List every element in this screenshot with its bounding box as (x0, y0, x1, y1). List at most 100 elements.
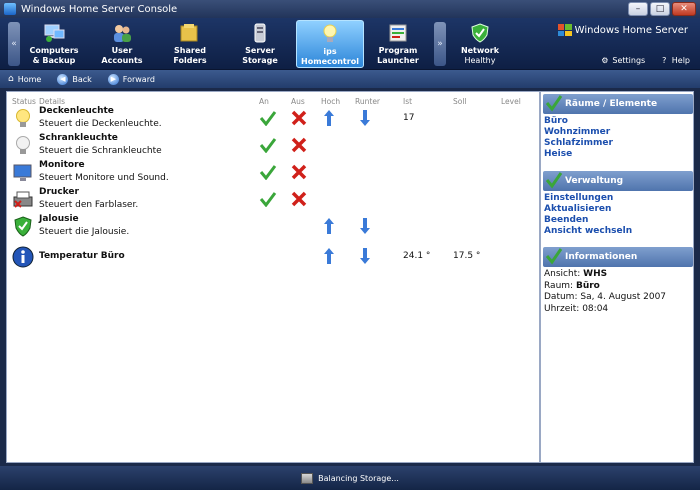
lightbulb-icon (318, 23, 342, 45)
turn-on-button[interactable] (258, 163, 278, 183)
move-up-button[interactable] (319, 247, 339, 267)
move-down-button[interactable] (355, 109, 375, 129)
move-up-button[interactable] (319, 217, 339, 237)
device-description: Steuert die Deckenleuchte. (39, 119, 162, 129)
arrow-up-icon (323, 109, 335, 130)
room-link-wohnzimmer[interactable]: Wohnzimmer (543, 127, 693, 138)
title-bar: Windows Home Server Console – □ ✕ (0, 0, 700, 18)
status-bar: Balancing Storage... (0, 466, 700, 490)
arrow-up-icon (323, 217, 335, 238)
device-name: Temperatur Büro (39, 251, 125, 261)
arrow-up-icon (323, 247, 335, 268)
tab-server-storage[interactable]: Server Storage (226, 20, 294, 68)
task-panel: Räume / Elemente Büro Wohnzimmer Schlafz… (540, 91, 694, 463)
turn-off-button[interactable] (289, 163, 309, 183)
console-tab-bar: « Computers & Backup User Accounts Share… (0, 18, 700, 70)
maximize-button[interactable]: □ (650, 2, 670, 16)
tab-shared-folders[interactable]: Shared Folders (156, 20, 224, 68)
tab-shared-line2: Folders (173, 56, 207, 65)
header-aus: Aus (291, 97, 305, 106)
gear-icon: ⚙ (601, 56, 609, 65)
minimize-button[interactable]: – (628, 2, 648, 16)
tab-user-accounts[interactable]: User Accounts (88, 20, 156, 68)
forward-button[interactable]: ▶ Forward (107, 73, 155, 85)
device-table: Status Details An Aus Hoch Runter Ist So… (6, 91, 540, 463)
tab-ips-line2: Homecontrol (301, 57, 359, 66)
arrow-down-icon (359, 109, 371, 130)
settings-action-link[interactable]: Einstellungen (543, 193, 693, 204)
header-soll: Soll (453, 97, 467, 106)
turn-on-button[interactable] (258, 109, 278, 129)
tabs-scroll-left-button[interactable]: « (8, 22, 20, 66)
info-date: Datum: Sa, 4. August 2007 (544, 292, 667, 302)
header-hoch: Hoch (321, 97, 341, 106)
server-storage-icon (248, 22, 272, 44)
close-button[interactable]: ✕ (672, 2, 696, 16)
tab-network-status[interactable]: Network Healthy (446, 20, 514, 68)
settings-label: Settings (612, 56, 646, 65)
info-room: Raum: Büro (544, 280, 600, 291)
tab-computers-line2: & Backup (32, 56, 76, 65)
turn-off-button[interactable] (289, 136, 309, 156)
network-shield-icon (468, 22, 492, 44)
tab-network-line1: Network (460, 46, 500, 55)
turn-on-button[interactable] (258, 190, 278, 210)
back-arrow-icon: ◀ (57, 73, 69, 85)
info-icon (12, 246, 34, 268)
tab-ips-homecontrol[interactable]: ips Homecontrol (296, 20, 364, 68)
tab-users-line1: User (111, 46, 133, 55)
user-accounts-icon (110, 22, 134, 44)
table-row: Temperatur Büro 24.1 ° 17.5 ° (7, 244, 539, 270)
app-icon (4, 3, 16, 15)
status-text: Balancing Storage... (318, 473, 399, 483)
refresh-action-link[interactable]: Aktualisieren (543, 204, 693, 215)
back-button[interactable]: ◀ Back (57, 73, 92, 85)
navigation-toolbar: ⌂ Home ◀ Back ▶ Forward (0, 70, 700, 88)
rooms-header[interactable]: Räume / Elemente (543, 94, 693, 114)
admin-title: Verwaltung (565, 176, 624, 186)
home-button[interactable]: ⌂ Home (8, 74, 41, 84)
room-link-heise[interactable]: Heise (543, 149, 693, 160)
turn-off-button[interactable] (289, 190, 309, 210)
move-down-button[interactable] (355, 217, 375, 237)
brand-text: Windows Home Server (574, 24, 688, 36)
switch-view-action-link[interactable]: Ansicht wechseln (543, 226, 693, 237)
storage-status-icon (301, 472, 314, 484)
turn-on-button[interactable] (258, 136, 278, 156)
admin-header[interactable]: Verwaltung (543, 171, 693, 191)
settings-link[interactable]: ⚙ Settings (600, 56, 645, 65)
checkmark-icon (545, 95, 563, 112)
tabs-scroll-right-button[interactable]: » (434, 22, 446, 66)
table-row: Monitore Steuert Monitore und Sound. (7, 160, 539, 186)
exit-action-link[interactable]: Beenden (543, 215, 693, 226)
header-details: Details (39, 97, 66, 106)
bulb-on-icon (12, 108, 34, 130)
room-link-buero[interactable]: Büro (543, 116, 693, 127)
checkmark-icon (545, 248, 563, 265)
forward-arrow-icon: ▶ (107, 73, 119, 85)
help-link[interactable]: ? Help (659, 56, 690, 65)
bulb-off-icon (12, 135, 34, 157)
checkmark-icon (259, 137, 277, 156)
rooms-section: Räume / Elemente Büro Wohnzimmer Schlafz… (543, 94, 693, 160)
room-link-schlafzimmer[interactable]: Schlafzimmer (543, 138, 693, 149)
info-header[interactable]: Informationen (543, 247, 693, 267)
checkmark-icon (259, 164, 277, 183)
cross-icon (291, 110, 307, 129)
printer-icon (12, 189, 34, 211)
checkmark-icon (259, 191, 277, 210)
cross-icon (291, 191, 307, 210)
table-row: Drucker Steuert den Farblaser. (7, 187, 539, 213)
tab-computers-backup[interactable]: Computers & Backup (20, 20, 88, 68)
window-title: Windows Home Server Console (21, 3, 178, 15)
move-up-button[interactable] (319, 109, 339, 129)
tab-network-line2: Healthy (464, 56, 496, 65)
tab-program-launcher[interactable]: Program Launcher (364, 20, 432, 68)
tab-storage-line1: Server (245, 46, 275, 55)
header-level: Level (501, 97, 521, 106)
window-controls: – □ ✕ (628, 2, 696, 16)
turn-off-button[interactable] (289, 109, 309, 129)
move-down-button[interactable] (355, 247, 375, 267)
actual-value: 24.1 ° (403, 251, 431, 261)
device-name: Drucker (39, 187, 79, 197)
